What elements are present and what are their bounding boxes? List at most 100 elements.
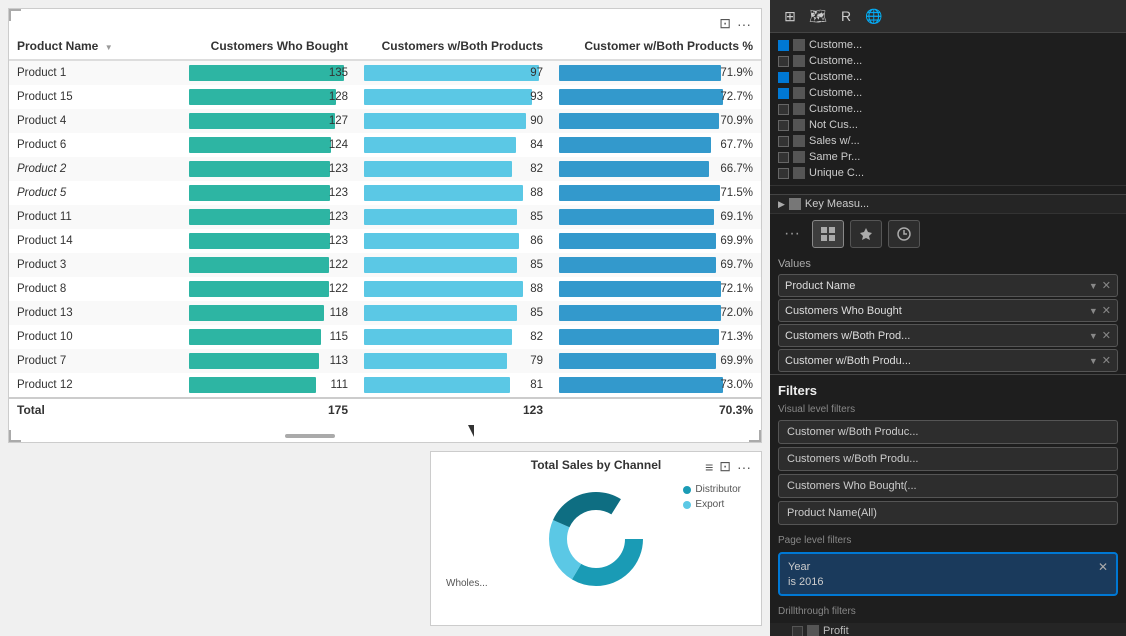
chart-visual: ≡ ⊡ ··· Total Sales by Channel Distribut… — [430, 451, 762, 626]
checkbox-8[interactable] — [778, 168, 789, 179]
checkbox-0[interactable] — [778, 40, 789, 51]
filter-pill-1[interactable]: Customers w/Both Produ... — [778, 447, 1118, 471]
cell-product-1: Product 15 — [9, 85, 181, 109]
cb-item-6[interactable]: Sales w/... — [770, 133, 1126, 149]
values-label: Values — [770, 254, 1126, 272]
checkbox-list-area: Custome... Custome... Custome... Custome… — [770, 33, 1126, 186]
checkbox-5[interactable] — [778, 120, 789, 131]
page-filter-row: Year ✕ — [788, 560, 1108, 574]
cell-both-13: 81 — [356, 373, 551, 398]
page-filter-remove[interactable]: ✕ — [1098, 560, 1108, 574]
icon-table[interactable]: ⊞ — [778, 4, 802, 28]
checkbox-3[interactable] — [778, 88, 789, 99]
field-product-name-label: Product Name — [785, 280, 855, 292]
more-options-icon[interactable]: ··· — [737, 16, 751, 32]
table-row: Product 7 113 79 69.9% — [9, 349, 761, 373]
table-row: Product 15 128 93 72.7% — [9, 85, 761, 109]
main-area: ⊡ ··· Product Name ▼ Customers Who Bough… — [0, 0, 770, 636]
resize-handle-br[interactable] — [749, 430, 761, 442]
expand-icon[interactable]: ⊡ — [719, 15, 731, 32]
cell-product-9: Product 8 — [9, 277, 181, 301]
viz-tab-analytics[interactable] — [888, 220, 920, 248]
cb-item-1[interactable]: Custome... — [770, 53, 1126, 69]
scroll-indicator-horizontal[interactable] — [285, 434, 335, 438]
col-product-name[interactable]: Product Name ▼ — [9, 33, 181, 60]
key-measures-row[interactable]: ▶ Key Measu... — [770, 195, 1126, 214]
filter-pill-3[interactable]: Product Name(All) — [778, 501, 1118, 525]
filter-pill-2[interactable]: Customers Who Bought(... — [778, 474, 1118, 498]
table-container: Product Name ▼ Customers Who Bought Cust… — [9, 33, 761, 422]
cell-both-3: 84 — [356, 133, 551, 157]
cb-profit[interactable] — [792, 626, 803, 636]
field-customers-bought[interactable]: Customers Who Bought ▼ ✕ — [778, 299, 1118, 322]
field-bought-remove[interactable]: ✕ — [1102, 304, 1111, 317]
chart-expand-icon[interactable]: ⊡ — [719, 458, 731, 475]
filter-pill-1-label: Customers w/Both Produ... — [787, 453, 918, 465]
field-pct-chevron[interactable]: ▼ — [1089, 356, 1098, 366]
cell-both-0: 97 — [356, 60, 551, 85]
cell-bought-5: 123 — [181, 181, 356, 205]
cb-item-4[interactable]: Custome... — [770, 101, 1126, 117]
col-customers-both[interactable]: Customers w/Both Products — [356, 33, 551, 60]
checkbox-1[interactable] — [778, 56, 789, 67]
key-measures-icon — [789, 198, 801, 210]
chart-drag-icon[interactable]: ≡ — [705, 459, 713, 475]
field-bought-chevron[interactable]: ▼ — [1089, 306, 1098, 316]
cell-bought-9: 122 — [181, 277, 356, 301]
cb-item-5[interactable]: Not Cus... — [770, 117, 1126, 133]
cb-item-0[interactable]: Custome... — [770, 37, 1126, 53]
field-product-name[interactable]: Product Name ▼ ✕ — [778, 274, 1118, 297]
table-row: Product 5 123 88 71.5% — [9, 181, 761, 205]
top-icons-row: ⊞ 🗺 R 🌐 — [770, 0, 1126, 33]
field-product-chevron[interactable]: ▼ — [1089, 281, 1098, 291]
col-customers-pct[interactable]: Customer w/Both Products % — [551, 33, 761, 60]
cb-item-7[interactable]: Same Pr... — [770, 149, 1126, 165]
drillthrough-label: Drillthrough filters — [770, 600, 1126, 619]
cell-pct-0: 71.9% — [551, 60, 761, 85]
cell-pct-6: 69.1% — [551, 205, 761, 229]
list-item-profit: Profit — [770, 623, 1126, 636]
cb-item-8[interactable]: Unique C... — [770, 165, 1126, 181]
field-product-remove[interactable]: ✕ — [1102, 279, 1111, 292]
page-filter-value: is 2016 — [788, 576, 1108, 588]
cell-pct-10: 72.0% — [551, 301, 761, 325]
cb-item-2[interactable]: Custome... — [770, 69, 1126, 85]
table-footer-row: Total 175 123 70.3% — [9, 398, 761, 421]
field-customer-pct[interactable]: Customer w/Both Produ... ▼ ✕ — [778, 349, 1118, 372]
viz-tab-fields[interactable] — [812, 220, 844, 248]
viz-more-icon[interactable]: ··· — [778, 223, 806, 245]
resize-handle-bl[interactable] — [9, 430, 21, 442]
filters-section: Filters Visual level filters Customer w/… — [770, 374, 1126, 623]
table-visual: ⊡ ··· Product Name ▼ Customers Who Bough… — [8, 8, 762, 443]
cell-product-11: Product 10 — [9, 325, 181, 349]
cell-product-8: Product 3 — [9, 253, 181, 277]
filter-pill-0[interactable]: Customer w/Both Produc... — [778, 420, 1118, 444]
chart-more-icon[interactable]: ··· — [737, 459, 751, 475]
field-both-remove[interactable]: ✕ — [1102, 329, 1111, 342]
cell-pct-8: 69.7% — [551, 253, 761, 277]
cell-product-12: Product 7 — [9, 349, 181, 373]
cb-item-3[interactable]: Custome... — [770, 85, 1126, 101]
field-customers-both[interactable]: Customers w/Both Prod... ▼ ✕ — [778, 324, 1118, 347]
col-customers-bought[interactable]: Customers Who Bought — [181, 33, 356, 60]
viz-tab-format[interactable] — [850, 220, 882, 248]
icon-analytics[interactable]: R — [834, 4, 858, 28]
table-header-row: Product Name ▼ Customers Who Bought Cust… — [9, 33, 761, 60]
icon-format[interactable]: 🗺 — [806, 4, 830, 28]
legend-export: Export — [683, 499, 741, 510]
fields-icon — [820, 226, 836, 242]
cell-pct-2: 70.9% — [551, 109, 761, 133]
table-icon-8 — [793, 167, 805, 179]
field-pct-remove[interactable]: ✕ — [1102, 354, 1111, 367]
field-both-chevron[interactable]: ▼ — [1089, 331, 1098, 341]
checkbox-4[interactable] — [778, 104, 789, 115]
table-row: Product 1 135 97 71.9% — [9, 60, 761, 85]
icon-globe[interactable]: 🌐 — [862, 4, 886, 28]
checkbox-7[interactable] — [778, 152, 789, 163]
field-customers-both-label: Customers w/Both Prod... — [785, 330, 910, 342]
resize-handle-tl[interactable] — [9, 9, 21, 21]
cb-label-5: Not Cus... — [809, 119, 858, 131]
checkbox-2[interactable] — [778, 72, 789, 83]
checkbox-6[interactable] — [778, 136, 789, 147]
table-icon-0 — [793, 39, 805, 51]
